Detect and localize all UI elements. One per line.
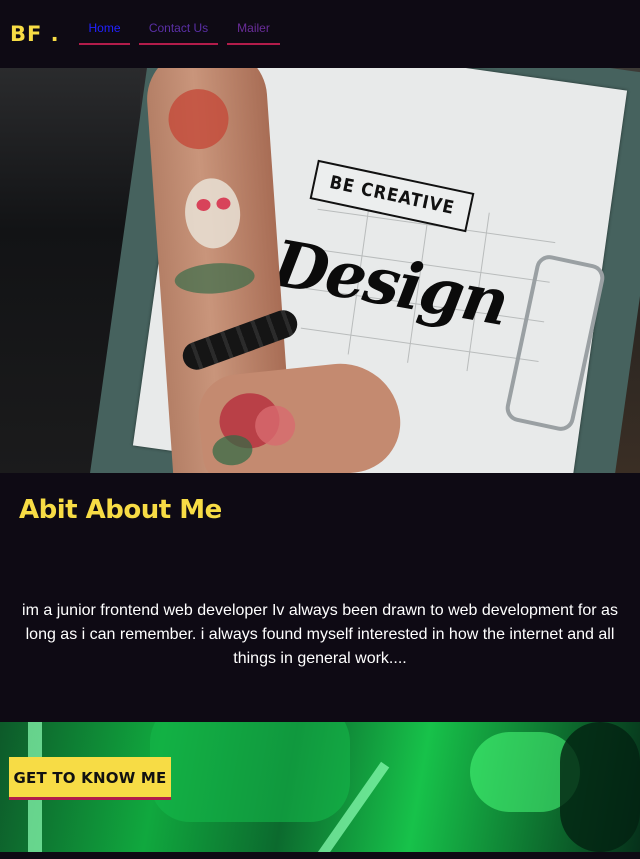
top-nav: BF . Home Contact Us Mailer bbox=[0, 0, 640, 68]
get-to-know-me-button[interactable]: GET TO KNOW ME bbox=[9, 757, 171, 800]
about-section: Abit About Me im a junior frontend web d… bbox=[0, 473, 640, 722]
hand bbox=[194, 357, 406, 473]
about-title: Abit About Me bbox=[19, 495, 222, 525]
page: BF . Home Contact Us Mailer BE CREATIVE … bbox=[0, 0, 640, 859]
nav-link-home[interactable]: Home bbox=[79, 0, 130, 45]
nav-link-contact-us[interactable]: Contact Us bbox=[139, 0, 218, 45]
green-neon-image: GET TO KNOW ME bbox=[0, 722, 640, 852]
about-text: im a junior frontend web developer Iv al… bbox=[22, 602, 618, 667]
footer-strip bbox=[0, 852, 640, 859]
nav-link-mailer[interactable]: Mailer bbox=[227, 0, 280, 45]
shadow-shape bbox=[560, 722, 640, 852]
figure-shape bbox=[150, 722, 350, 822]
nav-links: Home Contact Us Mailer bbox=[79, 0, 289, 68]
logo[interactable]: BF . bbox=[10, 22, 60, 46]
hero-image: BE CREATIVE Design bbox=[0, 68, 640, 473]
